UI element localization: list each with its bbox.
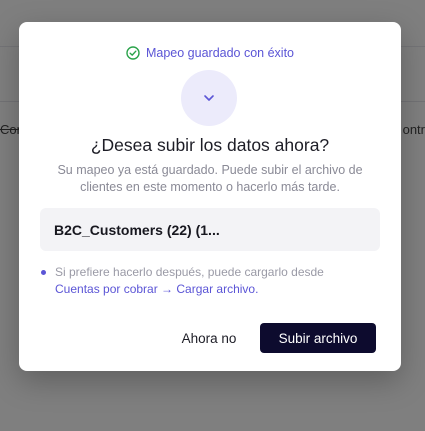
success-status: Mapeo guardado con éxito [19,46,401,60]
check-circle-icon [126,46,140,60]
selected-file: B2C_Customers (22) (1... [40,208,380,251]
bullet-dot-icon [41,270,46,275]
chevron-down-icon [204,95,214,101]
note-text: Si prefiere hacerlo después, puede carga… [55,265,324,279]
upload-file-button[interactable]: Subir archivo [260,323,376,353]
file-name: B2C_Customers (22) (1... [54,222,220,238]
not-now-button[interactable]: Ahora no [169,323,249,353]
upload-file-link[interactable]: Cuentas por cobrar → Cargar archivo. [55,282,258,296]
success-status-text: Mapeo guardado con éxito [145,46,295,60]
upload-data-dialog: Mapeo guardado con éxito ¿Desea subir lo… [19,22,401,371]
dialog-title: ¿Desea subir los datos ahora? [90,135,330,155]
dialog-description: Su mapeo ya está guardado. Puede subir e… [57,163,363,194]
status-badge [181,70,237,126]
